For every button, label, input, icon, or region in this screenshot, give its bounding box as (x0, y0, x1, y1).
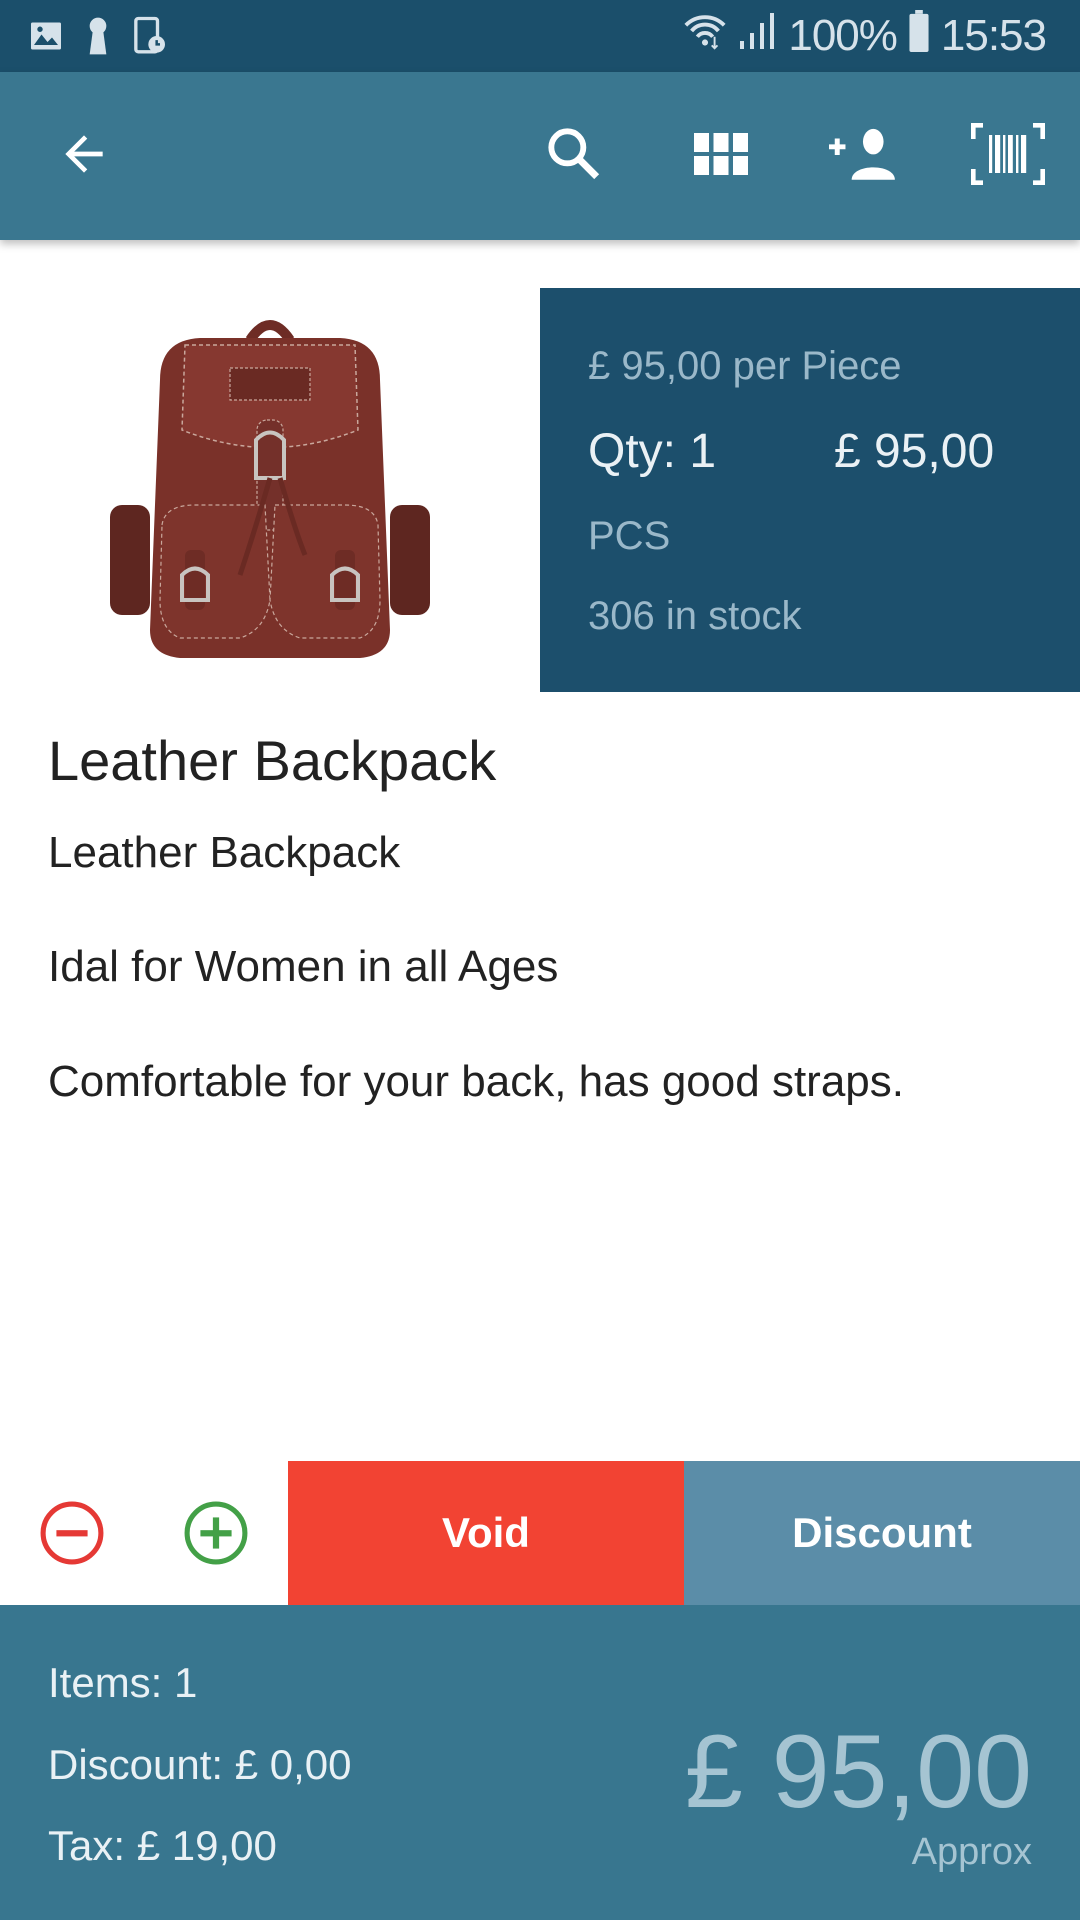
tax-total: Tax: £ 19,00 (48, 1822, 277, 1869)
description-line: Leather Backpack (48, 828, 401, 877)
description-line: Idal for Women in all Ages (48, 942, 559, 991)
toolbar (0, 72, 1080, 240)
barcode-scan-icon (970, 121, 1046, 190)
wifi-icon (682, 11, 728, 62)
screen-timer-icon (132, 16, 168, 61)
plus-circle-icon (182, 1501, 250, 1571)
grid-button[interactable] (671, 106, 771, 206)
back-button[interactable] (34, 106, 134, 206)
scan-barcode-button[interactable] (958, 106, 1058, 206)
minus-circle-icon (38, 1501, 106, 1571)
void-button[interactable]: Void (288, 1461, 684, 1605)
unit-of-measure: PCS (588, 514, 671, 558)
search-button[interactable] (524, 106, 624, 206)
signal-icon (738, 11, 778, 62)
arrow-back-icon (56, 126, 112, 187)
increase-quantity-button[interactable] (182, 1499, 250, 1567)
add-customer-button[interactable] (814, 106, 914, 206)
keyhole-icon (86, 16, 110, 61)
product-image (90, 300, 450, 670)
action-row: Void Discount (0, 1461, 1080, 1605)
clock: 15:53 (940, 11, 1047, 60)
battery-icon (907, 9, 931, 63)
product-title: Leather Backpack (48, 729, 497, 792)
decrease-quantity-button[interactable] (38, 1499, 106, 1567)
approx-label: Approx (911, 1831, 1032, 1873)
discount-total: Discount: £ 0,00 (48, 1741, 352, 1788)
price-per-unit: £ 95,00 per Piece (588, 344, 902, 388)
grand-total[interactable]: £ 95,00 (685, 1713, 1032, 1832)
status-bar: 100% 15:53 (0, 0, 1080, 72)
description-line: Comfortable for your back, has good stra… (48, 1057, 904, 1106)
cart-summary-footer: Items: 1 Discount: £ 0,00 Tax: £ 19,00 £… (0, 1605, 1080, 1920)
product-info-panel: £ 95,00 per Piece Qty: 1 £ 95,00 PCS 306… (540, 288, 1080, 692)
stock-level: 306 in stock (588, 594, 802, 638)
person-add-icon (829, 128, 899, 185)
battery-percent: 100% (788, 11, 898, 60)
items-count: Items: 1 (48, 1659, 198, 1706)
gallery-icon (28, 18, 64, 59)
quantity: Qty: 1 (588, 425, 717, 478)
discount-button[interactable]: Discount (684, 1461, 1080, 1605)
search-icon (542, 122, 606, 191)
grid-icon (694, 132, 748, 180)
line-total: £ 95,00 (834, 425, 995, 478)
